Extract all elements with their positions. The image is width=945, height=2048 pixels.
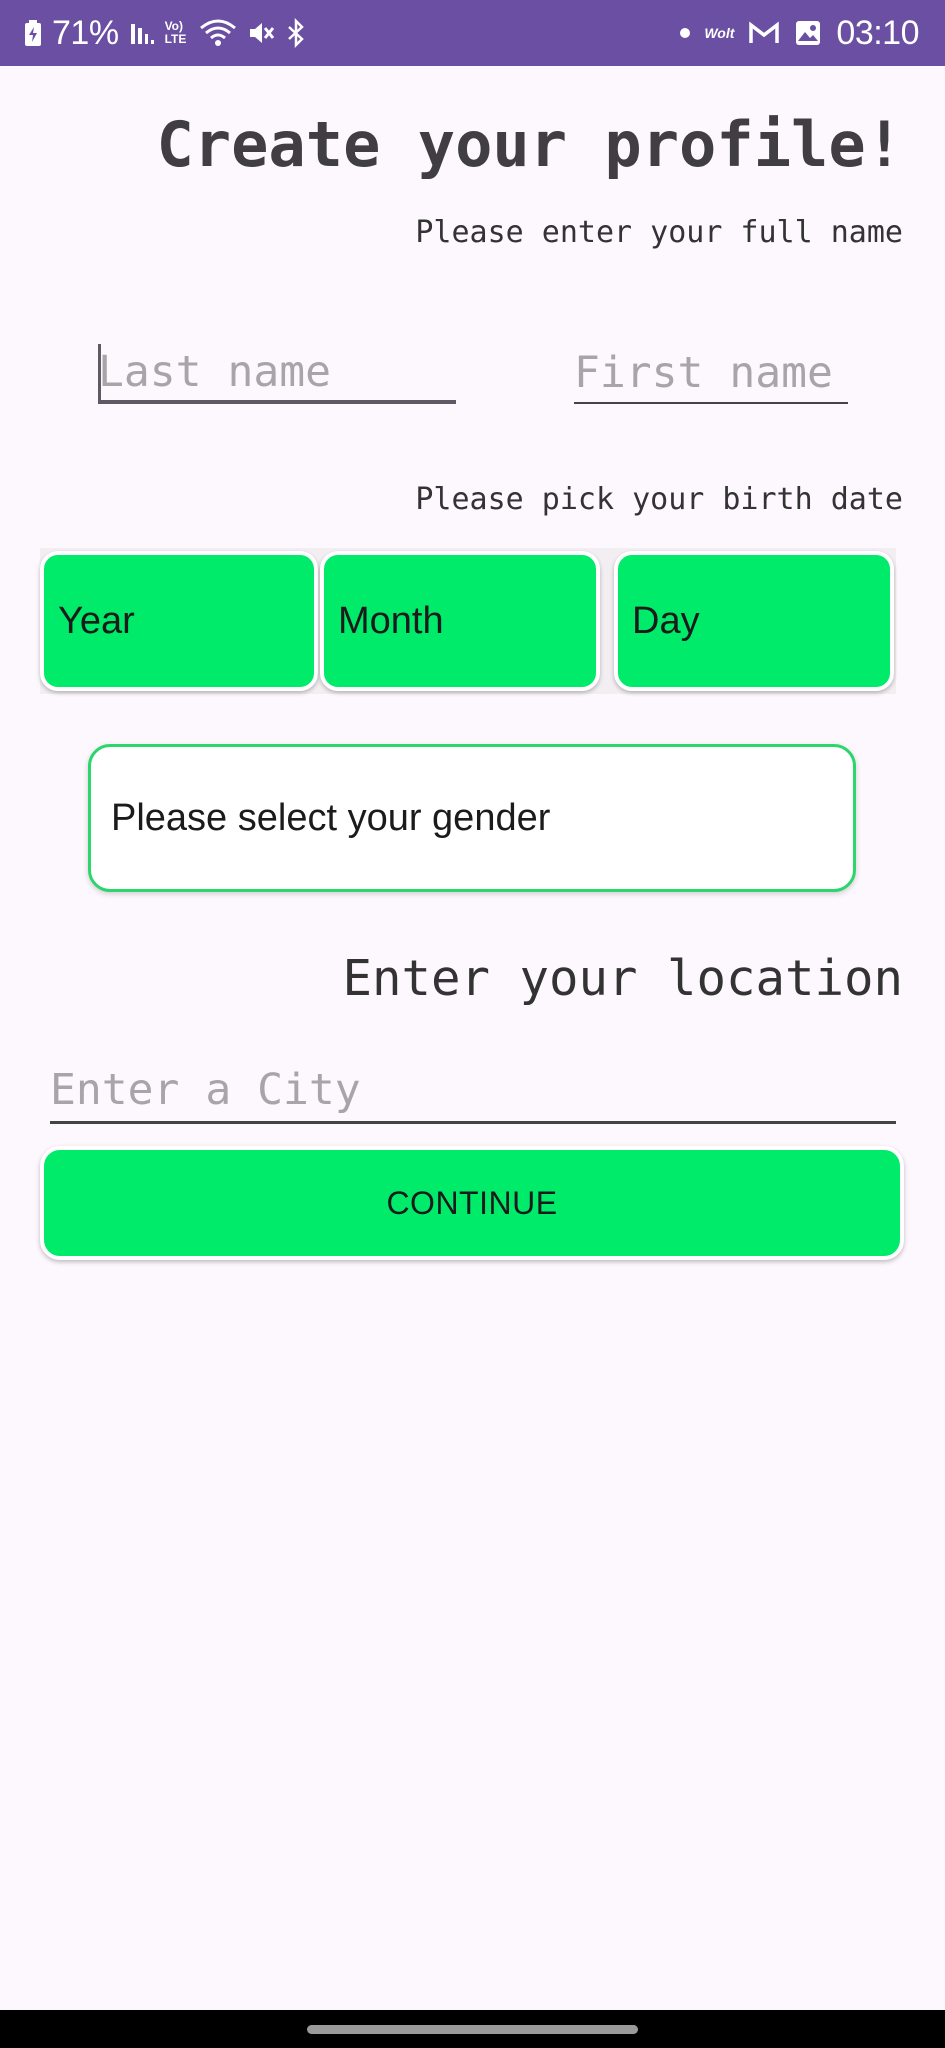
city-input[interactable] — [50, 1058, 896, 1124]
mute-icon — [247, 19, 275, 47]
signal-icon — [129, 20, 155, 46]
text-cursor — [98, 344, 101, 400]
gmail-icon — [748, 20, 780, 46]
home-gesture-handle[interactable] — [307, 2025, 638, 2034]
birth-date-prompt: Please pick your birth date — [415, 482, 903, 517]
month-button[interactable]: Month — [320, 551, 600, 691]
wifi-icon — [199, 18, 237, 48]
gallery-icon — [794, 19, 822, 47]
first-name-input[interactable] — [574, 344, 848, 404]
status-bar: 71% Vo) LTE Wolt 03:10 — [0, 0, 945, 66]
last-name-input[interactable] — [98, 344, 456, 404]
clock: 03:10 — [836, 13, 919, 52]
battery-charging-icon — [24, 19, 42, 47]
location-prompt: Enter your location — [342, 950, 903, 1007]
volte-icon: Vo) LTE — [164, 19, 187, 46]
notification-dot-icon — [680, 28, 691, 38]
page-title: Create your profile! — [156, 108, 903, 181]
wolt-icon: Wolt — [704, 25, 735, 41]
gender-select[interactable]: Please select your gender — [88, 744, 856, 892]
battery-percent: 71% — [52, 13, 119, 52]
bluetooth-icon — [285, 18, 307, 48]
day-button[interactable]: Day — [614, 551, 894, 691]
year-button[interactable]: Year — [40, 551, 318, 691]
continue-button[interactable]: CONTINUE — [40, 1146, 904, 1260]
name-prompt: Please enter your full name — [415, 215, 903, 250]
